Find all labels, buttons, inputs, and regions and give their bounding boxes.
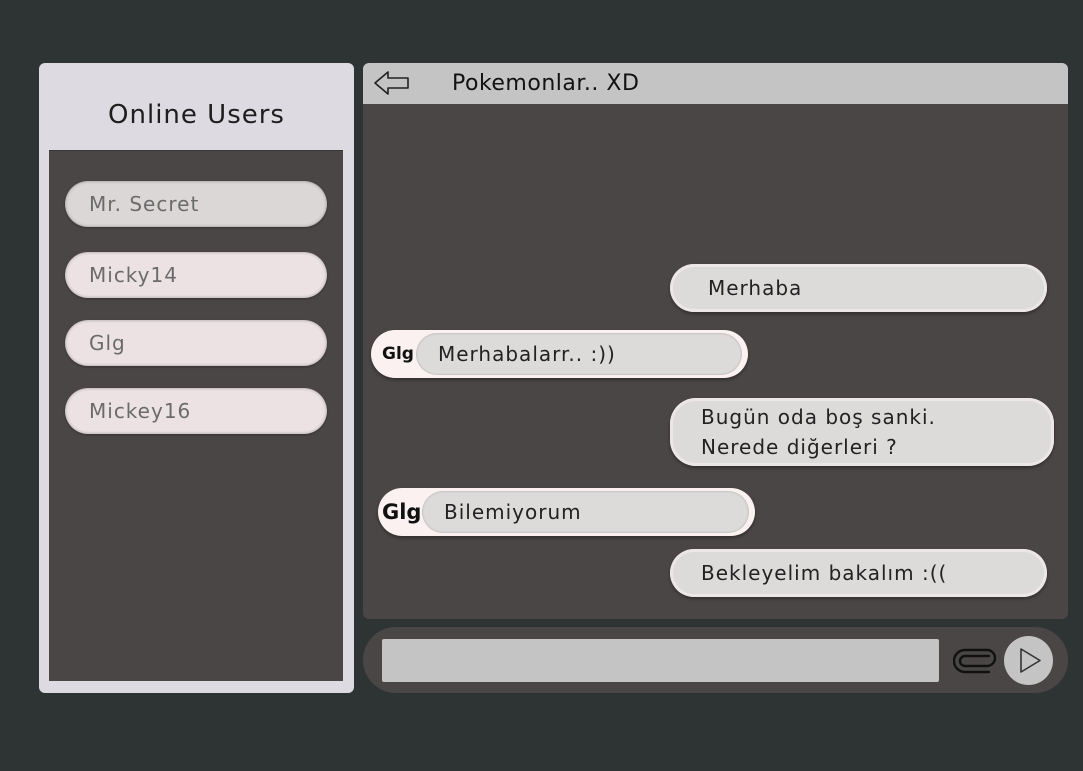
user-item-mickey16[interactable]: Mickey16 bbox=[65, 388, 327, 434]
message-sender: Glg bbox=[382, 500, 422, 524]
outgoing-message: Bugün oda boş sanki. Nerede diğerleri ? bbox=[670, 398, 1054, 466]
incoming-message: Glg Bilemiyorum bbox=[378, 488, 755, 536]
sidebar-title: Online Users bbox=[108, 100, 285, 130]
outgoing-message: Merhaba bbox=[670, 264, 1047, 312]
user-item-micky14[interactable]: Micky14 bbox=[65, 252, 327, 298]
message-text-line: Bugün oda boş sanki. bbox=[701, 405, 936, 429]
message-text: Merhabalarr.. :)) bbox=[416, 333, 742, 375]
chat-room-title: Pokemonlar.. XD bbox=[452, 71, 640, 96]
online-users-list: Mr. Secret Micky14 Glg Mickey16 bbox=[49, 150, 343, 681]
online-users-sidebar: Online Users Mr. Secret Micky14 Glg Mick… bbox=[39, 63, 354, 693]
message-sender: Glg bbox=[382, 344, 414, 364]
send-button[interactable] bbox=[1004, 636, 1053, 685]
message-text: Merhaba bbox=[708, 276, 803, 300]
message-text-line: Nerede diğerleri ? bbox=[701, 435, 898, 459]
user-item-glg[interactable]: Glg bbox=[65, 320, 327, 366]
chat-header: Pokemonlar.. XD bbox=[363, 63, 1068, 104]
paperclip-icon bbox=[952, 648, 997, 674]
arrow-left-icon bbox=[374, 71, 409, 95]
message-text: Bekleyelim bakalım :(( bbox=[701, 561, 948, 585]
message-input[interactable] bbox=[382, 639, 939, 682]
back-button[interactable] bbox=[373, 68, 411, 98]
attach-button[interactable] bbox=[952, 645, 997, 675]
message-composer bbox=[363, 627, 1068, 693]
play-triangle-icon bbox=[1020, 648, 1041, 673]
message-list: Merhaba Glg Merhabalarr.. :)) Bugün oda … bbox=[363, 104, 1068, 619]
incoming-message: Glg Merhabalarr.. :)) bbox=[371, 330, 748, 378]
outgoing-message: Bekleyelim bakalım :(( bbox=[670, 549, 1047, 597]
message-text: Bilemiyorum bbox=[422, 491, 749, 533]
user-item-mr-secret[interactable]: Mr. Secret bbox=[65, 181, 327, 227]
